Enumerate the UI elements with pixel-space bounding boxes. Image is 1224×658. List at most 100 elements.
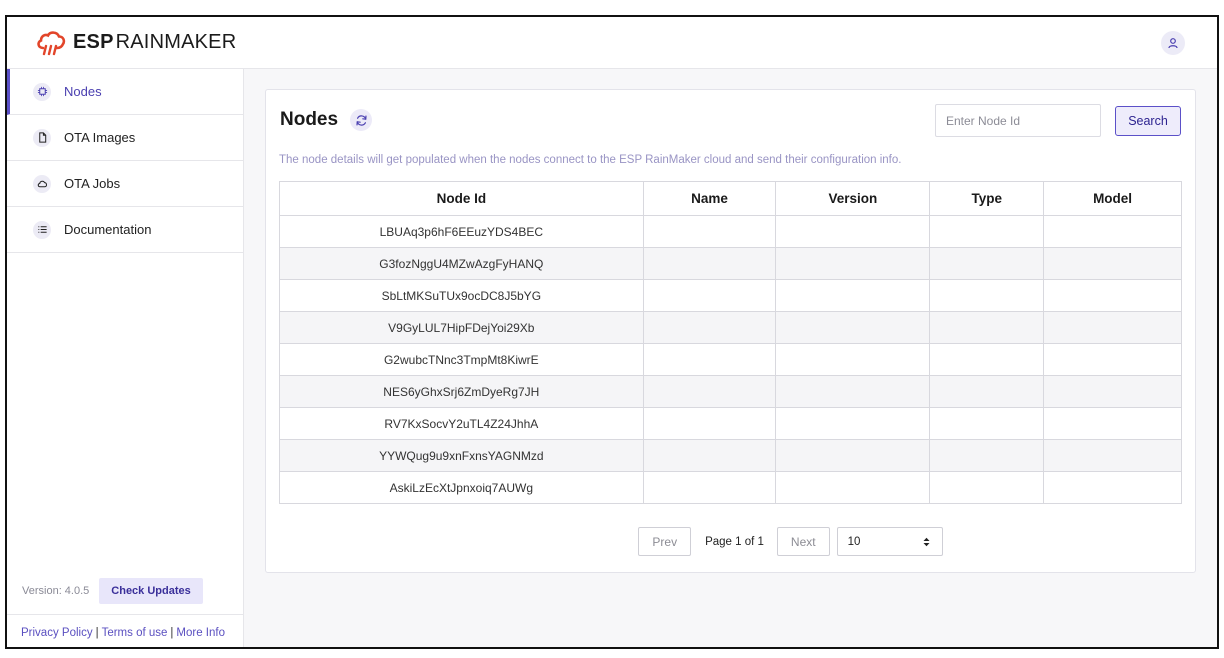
top-bar: ESP RAINMAKER (7, 17, 1217, 69)
model-cell (1043, 343, 1182, 376)
node-id-cell[interactable]: G2wubcTNnc3TmpMt8KiwrE (279, 343, 644, 376)
version-cell (775, 343, 931, 376)
column-header-node-id: Node Id (279, 181, 644, 216)
table-row[interactable]: G2wubcTNnc3TmpMt8KiwrE (279, 343, 1182, 376)
name-cell (642, 471, 777, 504)
footer-separator: | (170, 627, 174, 639)
model-cell (1043, 407, 1182, 440)
select-arrows-icon (923, 537, 930, 546)
model-cell (1043, 471, 1182, 504)
sidebar-item-ota-images[interactable]: OTA Images (7, 115, 243, 161)
node-id-cell[interactable]: G3fozNggU4MZwAzgFyHANQ (279, 247, 644, 280)
type-cell (929, 471, 1045, 504)
name-cell (642, 247, 777, 280)
model-cell (1043, 375, 1182, 408)
node-id-cell[interactable]: AskiLzEcXtJpnxoiq7AUWg (279, 471, 644, 504)
table-header-row: Node Id Name Version Type Model (279, 181, 1182, 216)
sidebar-item-label: OTA Jobs (64, 176, 121, 191)
node-id-cell[interactable]: NES6yGhxSrj6ZmDyeRg7JH (279, 375, 644, 408)
version-cell (775, 375, 931, 408)
node-id-cell[interactable]: V9GyLUL7HipFDejYoi29Xb (279, 311, 644, 344)
list-icon (33, 220, 51, 239)
sidebar-item-ota-jobs[interactable]: OTA Jobs (7, 161, 243, 207)
prev-button[interactable]: Prev (638, 527, 692, 556)
name-cell (642, 407, 777, 440)
table-row[interactable]: RV7KxSocvY2uTL4Z24JhhA (279, 407, 1182, 440)
version-cell (775, 279, 931, 312)
footer-links: Privacy Policy | Terms of use | More Inf… (7, 614, 244, 647)
node-id-input[interactable] (935, 104, 1101, 137)
model-cell (1043, 311, 1182, 344)
page-size-select[interactable]: 10 (836, 527, 943, 556)
pagination: Prev Page 1 of 1 Next 10 (266, 527, 1195, 556)
name-cell (642, 343, 777, 376)
type-cell (929, 375, 1045, 408)
column-header-name: Name (642, 181, 777, 216)
model-cell (1043, 247, 1182, 280)
sidebar-item-documentation[interactable]: Documentation (7, 207, 243, 253)
table-row[interactable]: V9GyLUL7HipFDejYoi29Xb (279, 311, 1182, 344)
file-icon (33, 128, 51, 147)
chip-icon (33, 82, 51, 101)
type-cell (929, 439, 1045, 472)
cloud-icon (33, 174, 51, 193)
node-id-cell[interactable]: SbLtMKSuTUx9ocDC8J5bYG (279, 279, 644, 312)
search-button[interactable]: Search (1115, 106, 1181, 136)
refresh-button[interactable] (350, 109, 372, 131)
table-row[interactable]: LBUAq3p6hF6EEuzYDS4BEC (279, 215, 1182, 248)
model-cell (1043, 279, 1182, 312)
nodes-card: Nodes Search The node details will get p… (265, 89, 1196, 573)
user-avatar[interactable] (1161, 31, 1185, 55)
type-cell (929, 311, 1045, 344)
table-row[interactable]: YYWQug9u9xnFxnsYAGNMzd (279, 439, 1182, 472)
version-cell (775, 407, 931, 440)
name-cell (642, 279, 777, 312)
page-indicator: Page 1 of 1 (705, 535, 764, 548)
model-cell (1043, 439, 1182, 472)
app-window: ESP RAINMAKER Nodes OTA Images OTA Jobs … (5, 15, 1219, 649)
node-id-cell[interactable]: LBUAq3p6hF6EEuzYDS4BEC (279, 215, 644, 248)
table-row[interactable]: NES6yGhxSrj6ZmDyeRg7JH (279, 375, 1182, 408)
rainmaker-cloud-icon (37, 30, 66, 55)
brand-logo[interactable]: ESP RAINMAKER (35, 29, 236, 57)
model-cell (1043, 215, 1182, 248)
next-button[interactable]: Next (776, 527, 830, 556)
table-row[interactable]: SbLtMKSuTUx9ocDC8J5bYG (279, 279, 1182, 312)
table-row[interactable]: AskiLzEcXtJpnxoiq7AUWg (279, 471, 1182, 504)
sidebar: Nodes OTA Images OTA Jobs Documentation … (7, 69, 244, 647)
brand-esp: ESP (73, 31, 114, 53)
user-icon (1168, 38, 1178, 49)
column-header-type: Type (929, 181, 1045, 216)
version-text: Version: 4.0.5 (22, 585, 90, 597)
privacy-policy-link[interactable]: Privacy Policy (21, 627, 93, 639)
version-cell (775, 471, 931, 504)
nodes-table: Node Id Name Version Type Model LBUAq3p6… (279, 181, 1182, 504)
version-cell (775, 439, 931, 472)
type-cell (929, 247, 1045, 280)
column-header-version: Version (775, 181, 931, 216)
more-info-link[interactable]: More Info (176, 627, 225, 639)
check-updates-button[interactable]: Check Updates (99, 578, 203, 604)
footer-separator: | (95, 627, 99, 639)
name-cell (642, 215, 777, 248)
brand-rainmaker: RAINMAKER (115, 31, 237, 53)
table-row[interactable]: G3fozNggU4MZwAzgFyHANQ (279, 247, 1182, 280)
refresh-icon (355, 114, 367, 126)
terms-of-use-link[interactable]: Terms of use (102, 627, 168, 639)
node-id-cell[interactable]: RV7KxSocvY2uTL4Z24JhhA (279, 407, 644, 440)
info-text: The node details will get populated when… (279, 154, 902, 166)
name-cell (642, 311, 777, 344)
version-cell (775, 311, 931, 344)
sidebar-item-nodes[interactable]: Nodes (7, 69, 243, 115)
type-cell (929, 343, 1045, 376)
version-row: Version: 4.0.5 Check Updates (22, 578, 203, 604)
version-cell (775, 247, 931, 280)
version-cell (775, 215, 931, 248)
page-size-value: 10 (847, 535, 861, 548)
node-id-cell[interactable]: YYWQug9u9xnFxnsYAGNMzd (279, 439, 644, 472)
column-header-model: Model (1043, 181, 1182, 216)
page-title: Nodes (280, 109, 339, 130)
sidebar-item-label: OTA Images (64, 130, 136, 145)
name-cell (642, 439, 777, 472)
type-cell (929, 279, 1045, 312)
